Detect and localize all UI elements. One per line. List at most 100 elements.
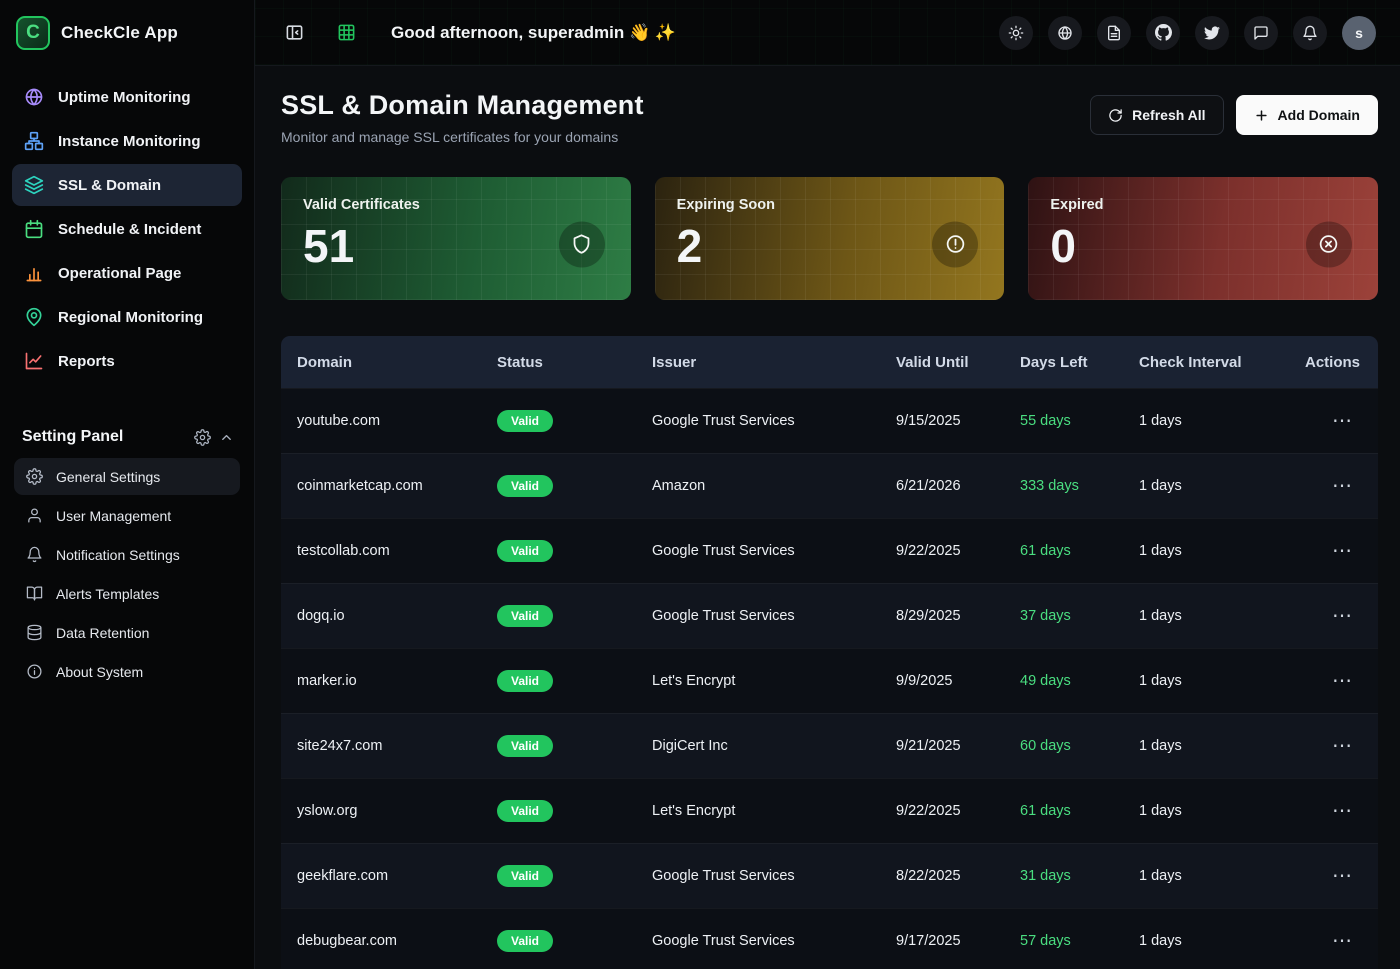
status-badge: Valid <box>497 735 553 757</box>
domain-cell: yslow.org <box>297 803 497 819</box>
issuer-cell: Amazon <box>652 478 896 494</box>
twitter-icon[interactable] <box>1195 16 1229 50</box>
sidebar-toggle-icon[interactable] <box>279 18 309 48</box>
issuer-cell: Google Trust Services <box>652 543 896 559</box>
settings-item-general[interactable]: General Settings <box>14 458 240 495</box>
sidebar-item-label: Instance Monitoring <box>58 133 201 150</box>
row-actions-menu-icon[interactable]: ⋯ <box>1324 927 1360 955</box>
settings-item-notification-settings[interactable]: Notification Settings <box>14 536 240 573</box>
add-domain-label: Add Domain <box>1278 107 1360 123</box>
grid-table-icon[interactable] <box>331 18 361 48</box>
row-actions-menu-icon[interactable]: ⋯ <box>1324 537 1360 565</box>
column-header-check-interval: Check Interval <box>1139 354 1304 371</box>
github-icon[interactable] <box>1146 16 1180 50</box>
valid-until-cell: 9/22/2025 <box>896 543 1020 559</box>
settings-item-user-management[interactable]: User Management <box>14 497 240 534</box>
row-actions-menu-icon[interactable]: ⋯ <box>1324 667 1360 695</box>
valid-until-cell: 9/22/2025 <box>896 803 1020 819</box>
main-area: Good afternoon, superadmin 👋 ✨ <box>255 0 1400 969</box>
book-icon <box>26 585 43 602</box>
row-actions-menu-icon[interactable]: ⋯ <box>1324 472 1360 500</box>
sidebar-item-label: Reports <box>58 353 115 370</box>
x-circle-icon <box>1306 221 1352 267</box>
refresh-all-label: Refresh All <box>1132 107 1205 123</box>
check-interval-cell: 1 days <box>1139 933 1304 949</box>
sidebar-item-label: SSL & Domain <box>58 177 161 194</box>
check-interval-cell: 1 days <box>1139 868 1304 884</box>
sidebar-item-schedule-incident[interactable]: Schedule & Incident <box>12 208 242 250</box>
settings-item-alerts-templates[interactable]: Alerts Templates <box>14 575 240 612</box>
stat-cards: Valid Certificates 51 Expiring Soon 2 Ex… <box>281 177 1378 300</box>
stat-card-valid: Valid Certificates 51 <box>281 177 631 300</box>
table-row: debugbear.com Valid Google Trust Service… <box>281 908 1378 969</box>
table-header: Domain Status Issuer Valid Until Days Le… <box>281 336 1378 388</box>
settings-item-data-retention[interactable]: Data Retention <box>14 614 240 651</box>
notifications-bell-icon[interactable] <box>1293 16 1327 50</box>
setting-panel-header[interactable]: Setting Panel <box>0 418 254 454</box>
valid-until-cell: 9/15/2025 <box>896 413 1020 429</box>
table-row: marker.io Valid Let's Encrypt 9/9/2025 4… <box>281 648 1378 713</box>
sidebar-item-label: Operational Page <box>58 265 181 282</box>
refresh-all-button[interactable]: Refresh All <box>1090 95 1223 135</box>
line-chart-icon <box>24 351 44 371</box>
domain-cell: coinmarketcap.com <box>297 478 497 494</box>
page-subtitle: Monitor and manage SSL certificates for … <box>281 129 644 145</box>
theme-sun-icon[interactable] <box>999 16 1033 50</box>
row-actions-menu-icon[interactable]: ⋯ <box>1324 862 1360 890</box>
stat-label: Valid Certificates <box>303 197 609 213</box>
issuer-cell: DigiCert Inc <box>652 738 896 754</box>
sidebar-item-regional-monitoring[interactable]: Regional Monitoring <box>12 296 242 338</box>
user-icon <box>26 507 43 524</box>
database-icon <box>26 624 43 641</box>
status-badge: Valid <box>497 670 553 692</box>
settings-item-label: Data Retention <box>56 625 149 641</box>
settings-item-label: Alerts Templates <box>56 586 159 602</box>
actions-cell: ⋯ <box>1304 472 1378 500</box>
status-cell: Valid <box>497 670 652 692</box>
sidebar-item-reports[interactable]: Reports <box>12 340 242 382</box>
chat-bubble-icon[interactable] <box>1244 16 1278 50</box>
row-actions-menu-icon[interactable]: ⋯ <box>1324 407 1360 435</box>
instance-cluster-icon <box>24 131 44 151</box>
check-interval-cell: 1 days <box>1139 738 1304 754</box>
status-cell: Valid <box>497 930 652 952</box>
row-actions-menu-icon[interactable]: ⋯ <box>1324 602 1360 630</box>
language-globe-icon[interactable] <box>1048 16 1082 50</box>
column-header-valid-until: Valid Until <box>896 354 1020 371</box>
actions-cell: ⋯ <box>1304 732 1378 760</box>
valid-until-cell: 8/29/2025 <box>896 608 1020 624</box>
sidebar-item-operational-page[interactable]: Operational Page <box>12 252 242 294</box>
shield-check-icon <box>559 221 605 267</box>
status-badge: Valid <box>497 540 553 562</box>
add-domain-button[interactable]: Add Domain <box>1236 95 1378 135</box>
user-avatar[interactable]: s <box>1342 16 1376 50</box>
bell-icon <box>26 546 43 563</box>
setting-panel-controls <box>194 429 234 446</box>
sidebar-item-instance-monitoring[interactable]: Instance Monitoring <box>12 120 242 162</box>
page-header: SSL & Domain Management Monitor and mana… <box>281 90 1378 145</box>
stat-card-expired: Expired 0 <box>1028 177 1378 300</box>
setting-panel-title: Setting Panel <box>22 428 123 446</box>
page-actions: Refresh All Add Domain <box>1090 95 1378 135</box>
domains-table: Domain Status Issuer Valid Until Days Le… <box>281 336 1378 969</box>
chevron-up-icon[interactable] <box>219 430 234 445</box>
actions-cell: ⋯ <box>1304 862 1378 890</box>
status-cell: Valid <box>497 540 652 562</box>
row-actions-menu-icon[interactable]: ⋯ <box>1324 732 1360 760</box>
settings-item-about-system[interactable]: About System <box>14 653 240 690</box>
sidebar-item-uptime-monitoring[interactable]: Uptime Monitoring <box>12 76 242 118</box>
row-actions-menu-icon[interactable]: ⋯ <box>1324 797 1360 825</box>
map-pin-icon <box>24 307 44 327</box>
gear-icon <box>26 468 43 485</box>
table-row: site24x7.com Valid DigiCert Inc 9/21/202… <box>281 713 1378 778</box>
check-interval-cell: 1 days <box>1139 413 1304 429</box>
status-cell: Valid <box>497 735 652 757</box>
docs-file-icon[interactable] <box>1097 16 1131 50</box>
valid-until-cell: 9/17/2025 <box>896 933 1020 949</box>
gear-icon[interactable] <box>194 429 211 446</box>
table-row: geekflare.com Valid Google Trust Service… <box>281 843 1378 908</box>
actions-cell: ⋯ <box>1304 407 1378 435</box>
table-row: testcollab.com Valid Google Trust Servic… <box>281 518 1378 583</box>
sidebar-item-ssl-domain[interactable]: SSL & Domain <box>12 164 242 206</box>
sidebar-nav: Uptime Monitoring Instance Monitoring SS… <box>0 66 254 384</box>
